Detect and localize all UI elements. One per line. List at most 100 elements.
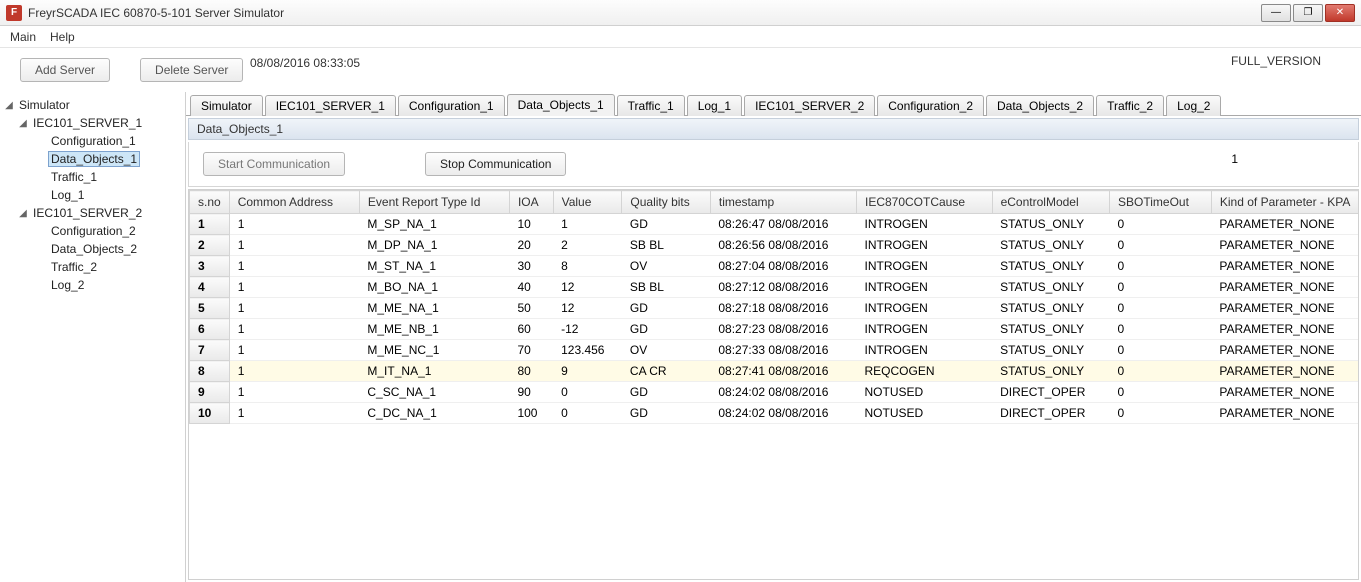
panel-header: Data_Objects_1: [188, 118, 1359, 140]
table-cell: M_ME_NC_1: [359, 340, 509, 361]
table-cell: STATUS_ONLY: [992, 319, 1109, 340]
table-cell: 0: [1110, 277, 1212, 298]
chevron-down-icon[interactable]: ◢: [2, 100, 16, 111]
table-cell: 1: [229, 256, 359, 277]
minimize-button[interactable]: —: [1261, 4, 1291, 22]
add-server-button[interactable]: Add Server: [20, 58, 110, 82]
table-cell: REQCOGEN: [856, 361, 992, 382]
data-grid[interactable]: s.noCommon AddressEvent Report Type IdIO…: [188, 189, 1359, 580]
table-cell: 60: [509, 319, 553, 340]
tab-traffic-2[interactable]: Traffic_2: [1096, 95, 1164, 116]
table-cell: 123.456: [553, 340, 622, 361]
tab-bar: SimulatorIEC101_SERVER_1Configuration_1D…: [186, 92, 1361, 116]
table-cell: 1: [229, 298, 359, 319]
table-cell: 0: [553, 403, 622, 424]
table-cell: 8: [190, 361, 230, 382]
table-cell: GD: [622, 214, 710, 235]
tree-data-objects-2[interactable]: Data_Objects_2: [2, 240, 183, 258]
table-cell: 9: [190, 382, 230, 403]
column-header[interactable]: Common Address: [229, 191, 359, 214]
table-row[interactable]: 11M_SP_NA_1101GD08:26:47 08/08/2016INTRO…: [190, 214, 1360, 235]
chevron-down-icon[interactable]: ◢: [16, 118, 30, 129]
table-cell: 3: [190, 256, 230, 277]
sidebar-tree[interactable]: ◢ Simulator ◢ IEC101_SERVER_1 Configurat…: [0, 92, 186, 582]
table-cell: 1: [229, 277, 359, 298]
table-row[interactable]: 81M_IT_NA_1809CA CR08:27:41 08/08/2016RE…: [190, 361, 1360, 382]
tree-server-1[interactable]: ◢ IEC101_SERVER_1: [2, 114, 183, 132]
close-button[interactable]: ✕: [1325, 4, 1355, 22]
table-cell: 5: [190, 298, 230, 319]
tree-server-2[interactable]: ◢ IEC101_SERVER_2: [2, 204, 183, 222]
table-cell: 1: [229, 235, 359, 256]
table-cell: PARAMETER_NONE: [1211, 277, 1359, 298]
column-header[interactable]: s.no: [190, 191, 230, 214]
table-row[interactable]: 51M_ME_NA_15012GD08:27:18 08/08/2016INTR…: [190, 298, 1360, 319]
start-communication-button[interactable]: Start Communication: [203, 152, 345, 176]
tab-log-1[interactable]: Log_1: [687, 95, 742, 116]
column-header[interactable]: Kind of Parameter - KPA: [1211, 191, 1359, 214]
table-cell: STATUS_ONLY: [992, 277, 1109, 298]
delete-server-button[interactable]: Delete Server: [140, 58, 243, 82]
table-row[interactable]: 61M_ME_NB_160-12GD08:27:23 08/08/2016INT…: [190, 319, 1360, 340]
main-area: ◢ Simulator ◢ IEC101_SERVER_1 Configurat…: [0, 92, 1361, 582]
maximize-button[interactable]: ❐: [1293, 4, 1323, 22]
table-row[interactable]: 21M_DP_NA_1202SB BL08:26:56 08/08/2016IN…: [190, 235, 1360, 256]
table-cell: 6: [190, 319, 230, 340]
table-cell: 1: [229, 214, 359, 235]
table-cell: PARAMETER_NONE: [1211, 235, 1359, 256]
tree-traffic-1[interactable]: Traffic_1: [2, 168, 183, 186]
column-header[interactable]: Value: [553, 191, 622, 214]
tree-config-1[interactable]: Configuration_1: [2, 132, 183, 150]
table-cell: 10: [190, 403, 230, 424]
tree-config-2[interactable]: Configuration_2: [2, 222, 183, 240]
table-row[interactable]: 31M_ST_NA_1308OV08:27:04 08/08/2016INTRO…: [190, 256, 1360, 277]
tab-simulator[interactable]: Simulator: [190, 95, 263, 116]
version-label: FULL_VERSION: [1231, 54, 1321, 68]
table-cell: PARAMETER_NONE: [1211, 403, 1359, 424]
tab-configuration-2[interactable]: Configuration_2: [877, 95, 984, 116]
table-cell: 2: [553, 235, 622, 256]
tab-iec101-server-1[interactable]: IEC101_SERVER_1: [265, 95, 396, 116]
tree-data-objects-1[interactable]: Data_Objects_1: [2, 150, 183, 168]
chevron-down-icon[interactable]: ◢: [16, 208, 30, 219]
table-cell: 20: [509, 235, 553, 256]
tree-log-1[interactable]: Log_1: [2, 186, 183, 204]
table-cell: 0: [553, 382, 622, 403]
tree-root[interactable]: ◢ Simulator: [2, 96, 183, 114]
table-cell: 7: [190, 340, 230, 361]
table-row[interactable]: 91C_SC_NA_1900GD08:24:02 08/08/2016NOTUS…: [190, 382, 1360, 403]
table-cell: 12: [553, 277, 622, 298]
column-header[interactable]: eControlModel: [992, 191, 1109, 214]
table-cell: 40: [509, 277, 553, 298]
column-header[interactable]: IOA: [509, 191, 553, 214]
table-row[interactable]: 41M_BO_NA_14012SB BL08:27:12 08/08/2016I…: [190, 277, 1360, 298]
tab-iec101-server-2[interactable]: IEC101_SERVER_2: [744, 95, 875, 116]
stop-communication-button[interactable]: Stop Communication: [425, 152, 566, 176]
tab-configuration-1[interactable]: Configuration_1: [398, 95, 505, 116]
table-cell: 50: [509, 298, 553, 319]
tab-log-2[interactable]: Log_2: [1166, 95, 1221, 116]
menu-help[interactable]: Help: [50, 30, 75, 44]
tab-data-objects-1[interactable]: Data_Objects_1: [507, 94, 615, 116]
table-cell: 1: [229, 403, 359, 424]
tree-log-2[interactable]: Log_2: [2, 276, 183, 294]
column-header[interactable]: timestamp: [710, 191, 856, 214]
table-cell: GD: [622, 298, 710, 319]
table-cell: M_ME_NB_1: [359, 319, 509, 340]
column-header[interactable]: Quality bits: [622, 191, 710, 214]
menu-main[interactable]: Main: [10, 30, 36, 44]
table-cell: M_ME_NA_1: [359, 298, 509, 319]
table-cell: PARAMETER_NONE: [1211, 298, 1359, 319]
table-row[interactable]: 71M_ME_NC_170123.456OV08:27:33 08/08/201…: [190, 340, 1360, 361]
table-cell: INTROGEN: [856, 256, 992, 277]
column-header[interactable]: SBOTimeOut: [1110, 191, 1212, 214]
tab-data-objects-2[interactable]: Data_Objects_2: [986, 95, 1094, 116]
tab-traffic-1[interactable]: Traffic_1: [617, 95, 685, 116]
timestamp-label: 08/08/2016 08:33:05: [250, 56, 360, 70]
column-header[interactable]: Event Report Type Id: [359, 191, 509, 214]
table-cell: NOTUSED: [856, 382, 992, 403]
table-cell: INTROGEN: [856, 235, 992, 256]
column-header[interactable]: IEC870COTCause: [856, 191, 992, 214]
tree-traffic-2[interactable]: Traffic_2: [2, 258, 183, 276]
table-row[interactable]: 101C_DC_NA_11000GD08:24:02 08/08/2016NOT…: [190, 403, 1360, 424]
